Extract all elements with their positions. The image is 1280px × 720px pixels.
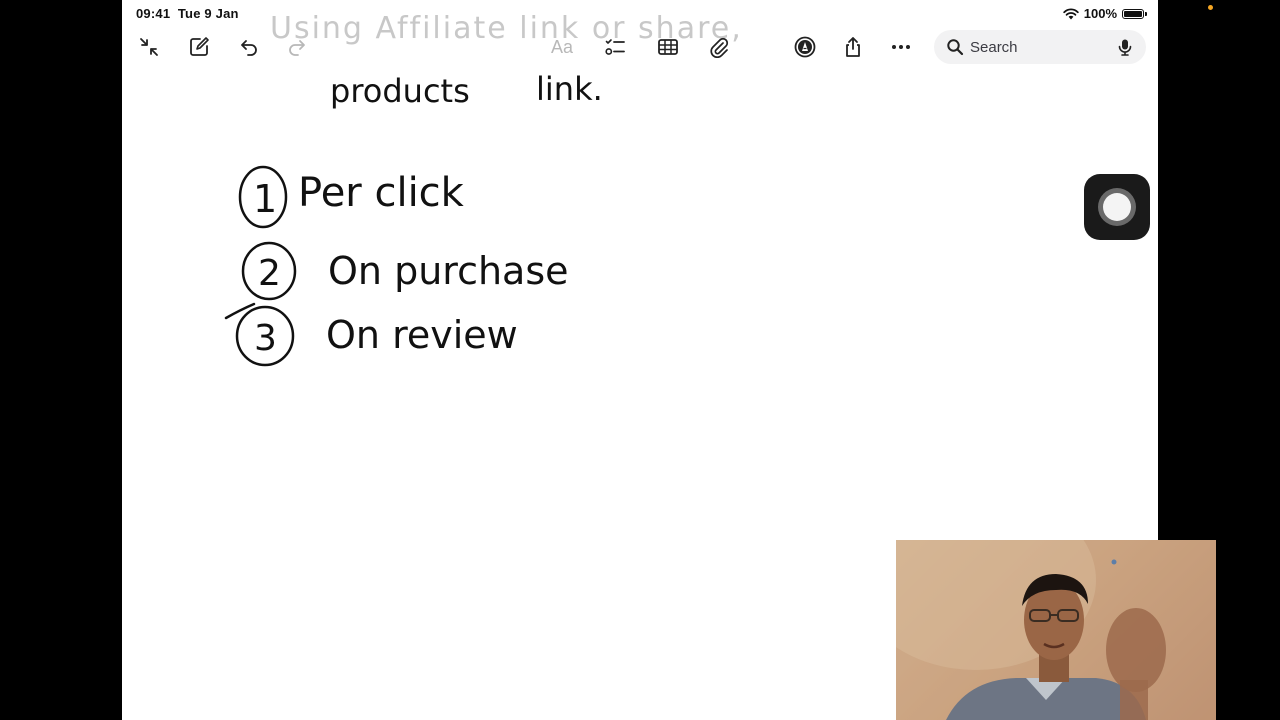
collapse-icon	[140, 38, 158, 56]
attachment-button[interactable]	[701, 30, 737, 64]
note-line-word-products: products	[330, 72, 470, 110]
list-text-3: On review	[326, 313, 518, 357]
list-number-1: 1	[253, 177, 277, 221]
assistive-touch-button[interactable]	[1084, 174, 1150, 240]
list-item-2: 2 On purchase	[241, 241, 569, 301]
list-item-3: 3 On review	[235, 305, 518, 367]
compose-icon	[190, 37, 209, 56]
redo-button[interactable]	[279, 30, 315, 64]
share-button[interactable]	[835, 30, 871, 64]
markup-icon	[794, 36, 816, 58]
table-button[interactable]	[650, 30, 686, 64]
list-number-3: 3	[254, 318, 277, 359]
microphone-icon[interactable]	[1116, 38, 1134, 56]
collapse-button[interactable]	[131, 30, 167, 64]
search-icon	[947, 39, 964, 56]
search-input[interactable]	[970, 30, 1110, 64]
presenter-video	[896, 540, 1216, 720]
share-icon	[846, 37, 860, 57]
search-bar[interactable]	[934, 30, 1146, 64]
assistive-touch-icon	[1098, 188, 1136, 226]
list-text-1: Per click	[298, 170, 465, 216]
undo-button[interactable]	[231, 30, 267, 64]
redo-icon	[289, 40, 305, 56]
undo-icon	[241, 40, 257, 56]
markup-button[interactable]	[787, 30, 823, 64]
checklist-icon	[605, 39, 625, 55]
more-icon	[892, 45, 910, 49]
more-button[interactable]	[883, 30, 919, 64]
webcam-overlay	[896, 540, 1216, 720]
note-line-word-link: link.	[536, 70, 603, 108]
privacy-indicator-dot	[1208, 5, 1213, 10]
text-format-icon: Aa	[550, 36, 574, 57]
checklist-button[interactable]	[597, 30, 633, 64]
attachment-icon	[710, 37, 729, 58]
compose-button[interactable]	[181, 30, 217, 64]
list-text-2: On purchase	[328, 249, 569, 293]
table-icon	[658, 39, 678, 55]
list-item-1: 1 Per click	[238, 165, 465, 229]
list-number-2: 2	[258, 253, 281, 294]
text-format-button[interactable]: Aa	[544, 30, 580, 64]
